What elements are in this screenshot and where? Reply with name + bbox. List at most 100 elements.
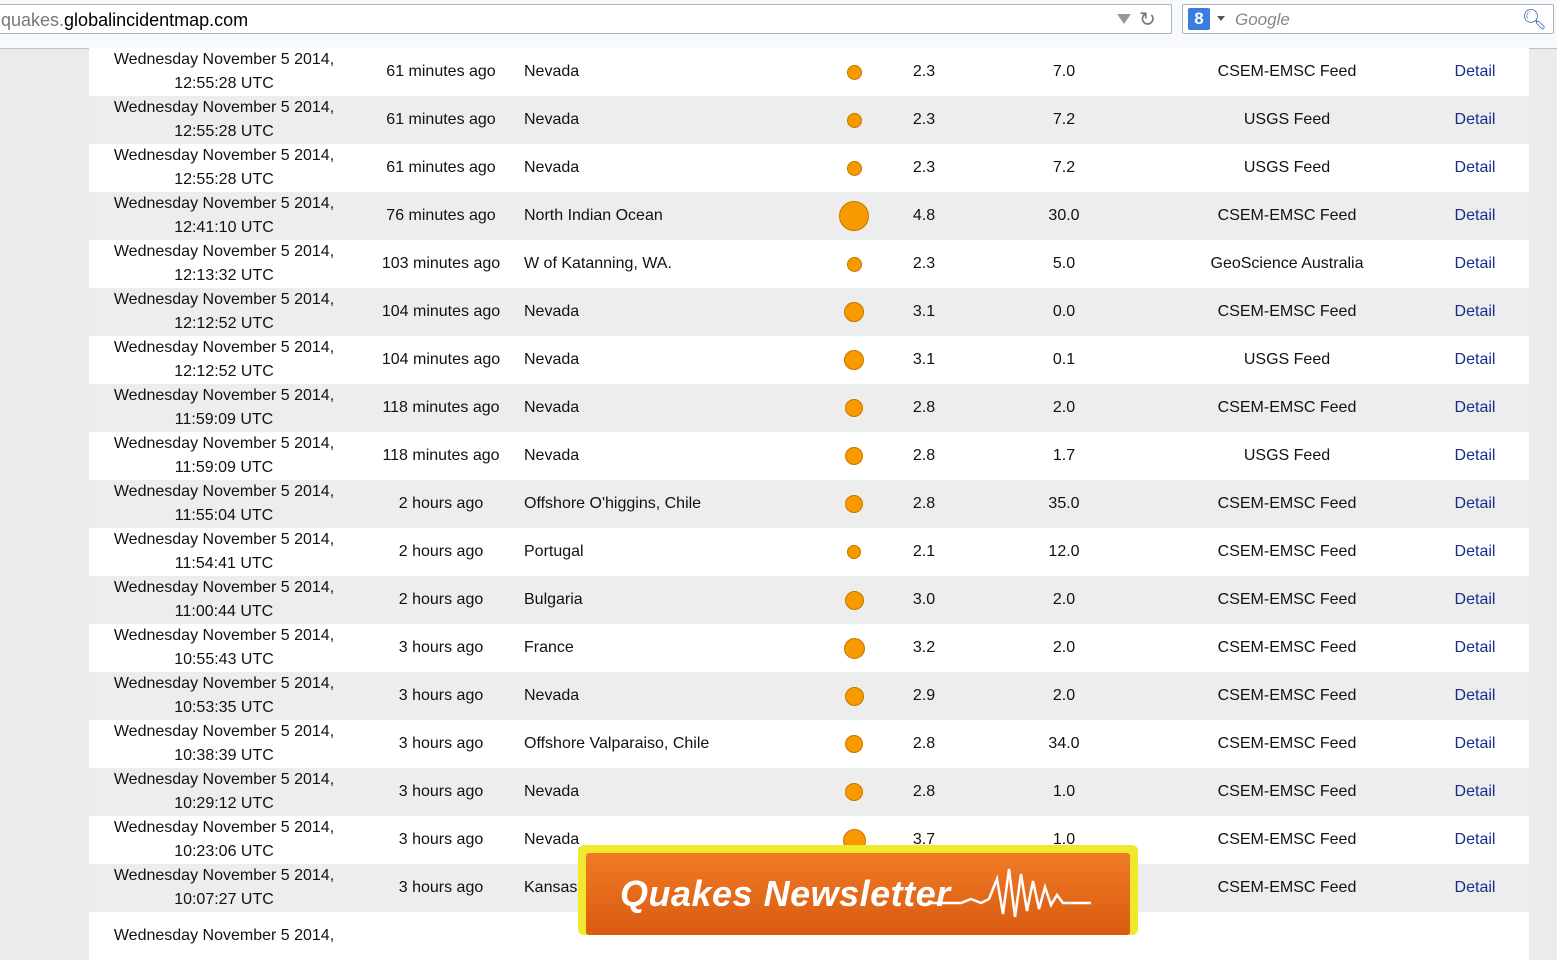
table-row: Wednesday November 5 2014, 10:29:12 UTC 3 …: [89, 768, 1529, 816]
table-row: Wednesday November 5 2014, 12:55:28 UTC 61…: [89, 96, 1529, 144]
magnitude-dot-icon: [846, 256, 862, 272]
source-cell: CSEM-EMSC Feed: [1217, 735, 1357, 752]
time-text: 11:59:09 UTC: [174, 459, 274, 476]
time-text: 11:59:09 UTC: [174, 411, 274, 428]
detail-link[interactable]: Detail: [1429, 624, 1521, 672]
table-row: Wednesday November 5 2014, 12:55:28 UTC 61…: [89, 48, 1529, 96]
detail-link[interactable]: Detail: [1429, 672, 1521, 720]
detail-link[interactable]: Detail: [1429, 240, 1521, 288]
magnitude-dot-icon: [844, 590, 864, 610]
time-text: 12:13:32 UTC: [174, 267, 274, 284]
search-bar[interactable]: 8 Google 🔍︎: [1182, 4, 1554, 34]
url-text[interactable]: quakes.globalincidentmap.com: [1, 10, 248, 31]
date-text: Wednesday November 5 2014,: [113, 51, 335, 68]
magnitude-dot-cell: [829, 336, 879, 384]
date-cell: Wednesday November 5 2014, 10:38:39 UTC: [89, 720, 359, 768]
location-cell: Bulgaria: [524, 591, 583, 608]
table-row: Wednesday November 5 2014, 10:38:39 UTC 3 …: [89, 720, 1529, 768]
magnitude-dot-cell: [829, 48, 879, 96]
detail-link[interactable]: Detail: [1429, 720, 1521, 768]
reload-icon[interactable]: ↻: [1139, 7, 1156, 32]
date-text: Wednesday November 5 2014,: [113, 147, 335, 164]
location-cell: Nevada: [524, 63, 580, 80]
magnitude-dot-cell: [829, 768, 879, 816]
magnitude-dot-cell: [829, 384, 879, 432]
date-cell: Wednesday November 5 2014,: [89, 912, 359, 960]
detail-link[interactable]: Detail: [1429, 288, 1521, 336]
date-cell: Wednesday November 5 2014, 10:23:06 UTC: [89, 816, 359, 864]
time-ago-cell: 2 hours ago: [398, 591, 484, 608]
source-cell: CSEM-EMSC Feed: [1217, 63, 1357, 80]
search-placeholder[interactable]: Google: [1235, 10, 1290, 30]
google-engine-icon[interactable]: 8: [1188, 8, 1210, 30]
detail-link[interactable]: Detail: [1429, 384, 1521, 432]
source-cell: CSEM-EMSC Feed: [1217, 399, 1357, 416]
detail-link[interactable]: Detail: [1429, 480, 1521, 528]
magnitude-dot-cell: [829, 192, 879, 240]
url-domain: globalincidentmap.com: [64, 10, 249, 30]
detail-link[interactable]: Detail: [1429, 576, 1521, 624]
depth-cell: 0.1: [1052, 351, 1076, 368]
magnitude-dot-icon: [845, 447, 863, 465]
magnitude-dot-icon: [845, 735, 863, 753]
source-cell: USGS Feed: [1243, 159, 1331, 176]
time-text: 10:55:43 UTC: [174, 651, 274, 668]
magnitude-dot-icon: [844, 350, 864, 370]
location-cell: W of Katanning, WA.: [524, 255, 672, 272]
depth-cell: 2.0: [1052, 399, 1076, 416]
detail-link[interactable]: Detail: [1429, 432, 1521, 480]
detail-link[interactable]: Detail: [1429, 48, 1521, 96]
magnitude-cell: 2.3: [912, 159, 936, 176]
time-text: 12:55:28 UTC: [174, 171, 274, 188]
date-cell: Wednesday November 5 2014, 12:13:32 UTC: [89, 240, 359, 288]
location-cell: North Indian Ocean: [524, 207, 663, 224]
time-text: 11:55:04 UTC: [174, 507, 274, 524]
magnitude-dot-icon: [843, 637, 865, 659]
table-row: Wednesday November 5 2014, 11:59:09 UTC 11…: [89, 432, 1529, 480]
time-ago-cell: 104 minutes ago: [381, 303, 501, 320]
magnitude-dot-icon: [845, 495, 863, 513]
magnitude-dot-icon: [846, 64, 862, 80]
newsletter-label: Quakes Newsletter: [620, 873, 951, 914]
detail-link[interactable]: Detail: [1429, 528, 1521, 576]
search-icon[interactable]: 🔍︎: [1522, 7, 1547, 32]
time-ago-cell: 2 hours ago: [398, 543, 484, 560]
detail-link[interactable]: Detail: [1429, 144, 1521, 192]
time-ago-cell: 118 minutes ago: [382, 447, 500, 464]
detail-link[interactable]: Detail: [1429, 96, 1521, 144]
magnitude-dot-cell: [829, 672, 879, 720]
date-cell: Wednesday November 5 2014, 12:12:52 UTC: [89, 288, 359, 336]
table-row: Wednesday November 5 2014, 10:55:43 UTC 3 …: [89, 624, 1529, 672]
location-cell: Nevada: [524, 783, 580, 800]
time-text: 10:38:39 UTC: [174, 747, 274, 764]
detail-link[interactable]: Detail: [1429, 192, 1521, 240]
location-cell: Nevada: [524, 303, 580, 320]
source-cell: CSEM-EMSC Feed: [1217, 591, 1357, 608]
magnitude-cell: 2.8: [912, 735, 936, 752]
time-ago-cell: 61 minutes ago: [386, 159, 496, 176]
detail-link[interactable]: [1429, 912, 1521, 960]
detail-link[interactable]: Detail: [1429, 864, 1521, 912]
date-text: Wednesday November 5 2014,: [113, 531, 335, 548]
location-cell: Nevada: [524, 687, 580, 704]
url-history-dropdown-icon[interactable]: [1117, 14, 1131, 24]
detail-link[interactable]: Detail: [1429, 336, 1521, 384]
time-ago-cell: 3 hours ago: [398, 783, 484, 800]
source-cell: CSEM-EMSC Feed: [1217, 303, 1357, 320]
newsletter-button[interactable]: Quakes Newsletter: [586, 853, 1130, 935]
magnitude-dot-icon: [844, 686, 864, 706]
date-text: Wednesday November 5 2014,: [113, 627, 335, 644]
date-text: Wednesday November 5 2014,: [113, 195, 335, 212]
date-cell: Wednesday November 5 2014, 10:53:35 UTC: [89, 672, 359, 720]
magnitude-cell: 3.0: [912, 591, 936, 608]
date-text: Wednesday November 5 2014,: [113, 927, 335, 944]
time-ago-cell: 103 minutes ago: [381, 255, 501, 272]
detail-link[interactable]: Detail: [1429, 768, 1521, 816]
magnitude-dot-icon: [847, 545, 861, 559]
search-engine-dropdown-icon[interactable]: [1217, 16, 1225, 21]
url-bar[interactable]: quakes.globalincidentmap.com ↻: [0, 4, 1172, 34]
time-ago-cell: 3 hours ago: [398, 831, 484, 848]
magnitude-dot-icon: [845, 783, 863, 801]
detail-link[interactable]: Detail: [1429, 816, 1521, 864]
magnitude-cell: 2.1: [912, 543, 936, 560]
